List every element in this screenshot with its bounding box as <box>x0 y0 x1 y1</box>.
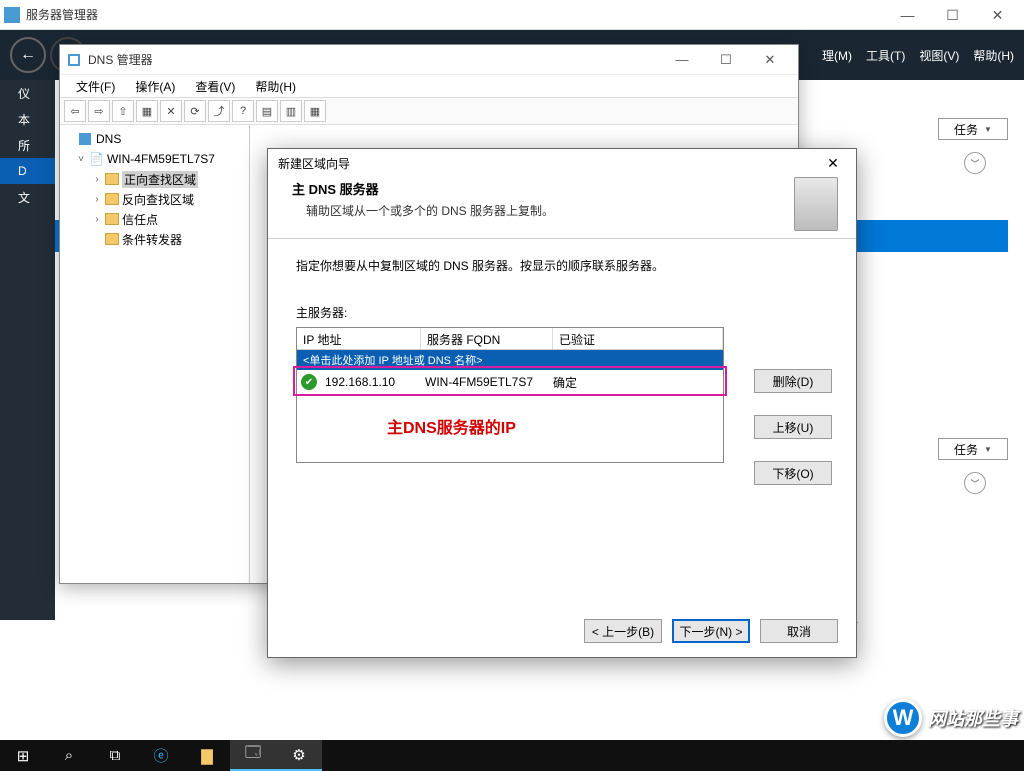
tree-server[interactable]: ˅📄WIN-4FM59ETL7S7 <box>64 149 245 169</box>
wizard-side-buttons: 删除(D) 上移(U) 下移(O) <box>754 369 832 485</box>
folder-icon <box>105 213 119 225</box>
dns-menubar: 文件(F) 操作(A) 查看(V) 帮助(H) <box>60 75 798 97</box>
server-illustration-icon <box>794 177 838 231</box>
toolbar-btn-1[interactable]: ▤ <box>256 100 278 122</box>
dns-icon <box>66 52 82 68</box>
wizard-titlebar: 新建区域向导 ✕ <box>268 149 856 177</box>
move-up-button[interactable]: 上移(U) <box>754 415 832 439</box>
menu-manage[interactable]: 理(M) <box>822 47 852 64</box>
back-button[interactable]: < 上一步(B) <box>584 619 662 643</box>
minimize-button[interactable]: — <box>885 1 930 29</box>
dns-manager-title: DNS 管理器 <box>88 51 660 68</box>
start-button[interactable]: ⊞ <box>0 740 46 771</box>
wizard-instruction: 指定你想要从中复制区域的 DNS 服务器。按显示的顺序联系服务器。 <box>296 257 828 274</box>
toolbar-back-icon[interactable]: ⇦ <box>64 100 86 122</box>
watermark-logo: W <box>884 699 922 737</box>
col-validated[interactable]: 已验证 <box>553 328 723 349</box>
taskbar-ie-icon[interactable]: ⓔ <box>138 740 184 771</box>
col-fqdn[interactable]: 服务器 FQDN <box>421 328 553 349</box>
menu-help[interactable]: 帮助(H) <box>973 47 1014 64</box>
dns-close-button[interactable]: ✕ <box>748 47 792 73</box>
col-ip[interactable]: IP 地址 <box>297 328 421 349</box>
wizard-heading: 主 DNS 服务器 <box>292 179 832 198</box>
maximize-button[interactable]: ☐ <box>930 1 975 29</box>
dns-tree[interactable]: DNS ˅📄WIN-4FM59ETL7S7 ›正向查找区域 ›反向查找区域 ›信… <box>60 125 250 583</box>
sidebar-item-local[interactable]: 本 <box>0 106 55 132</box>
annotation-highlight <box>293 366 727 396</box>
server-manager-sidebar: 仪 本 所 D 文 <box>0 80 55 620</box>
server-manager-title: 服务器管理器 <box>26 6 885 23</box>
server-manager-menus: 理(M) 工具(T) 视图(V) 帮助(H) <box>822 30 1014 80</box>
dns-toolbar: ⇦ ⇨ ⇧ ▦ ✕ ⟳ ⤴ ? ▤ ▥ ▦ <box>60 97 798 125</box>
tree-forward-zones[interactable]: ›正向查找区域 <box>64 169 245 189</box>
collapse-button-2[interactable]: ﹀ <box>964 472 986 494</box>
cancel-button[interactable]: 取消 <box>760 619 838 643</box>
wizard-header: 主 DNS 服务器 辅助区域从一个或多个的 DNS 服务器上复制。 <box>268 177 856 239</box>
sidebar-item-file[interactable]: 文 <box>0 184 55 210</box>
taskbar-explorer-icon[interactable]: ▇ <box>184 740 230 771</box>
dns-maximize-button[interactable]: ☐ <box>704 47 748 73</box>
wizard-footer: < 上一步(B) 下一步(N) > 取消 <box>584 619 838 643</box>
collapse-button-1[interactable]: ﹀ <box>964 152 986 174</box>
taskbar-server-manager-icon[interactable]: 🗔 <box>230 740 276 771</box>
tree-root[interactable]: DNS <box>64 129 245 149</box>
delete-button[interactable]: 删除(D) <box>754 369 832 393</box>
sidebar-item-all[interactable]: 所 <box>0 132 55 158</box>
server-manager-icon <box>4 7 20 23</box>
toolbar-help-icon[interactable]: ? <box>232 100 254 122</box>
menu-help[interactable]: 帮助(H) <box>247 76 304 97</box>
sidebar-item-dashboard[interactable]: 仪 <box>0 80 55 106</box>
toolbar-forward-icon[interactable]: ⇨ <box>88 100 110 122</box>
task-view-button[interactable]: ⧉ <box>92 740 138 771</box>
taskbar[interactable]: ⊞ ⌕ ⧉ ⓔ ▇ 🗔 ⚙ <box>0 740 1024 771</box>
masters-table[interactable]: IP 地址 服务器 FQDN 已验证 <单击此处添加 IP 地址或 DNS 名称… <box>296 327 724 463</box>
folder-icon <box>105 233 119 245</box>
tasks-dropdown-2[interactable]: 任务 <box>938 438 1008 460</box>
close-button[interactable]: ✕ <box>975 1 1020 29</box>
annotation-text: 主DNS服务器的IP <box>387 414 516 438</box>
menu-view[interactable]: 视图(V) <box>919 47 959 64</box>
tree-reverse-zones[interactable]: ›反向查找区域 <box>64 189 245 209</box>
toolbar-btn-2[interactable]: ▥ <box>280 100 302 122</box>
tree-trust-points[interactable]: ›信任点 <box>64 209 245 229</box>
wizard-title: 新建区域向导 <box>278 155 820 172</box>
wizard-subheading: 辅助区域从一个或多个的 DNS 服务器上复制。 <box>292 202 832 219</box>
watermark: W 网站那些事 <box>884 699 1018 737</box>
new-zone-wizard: 新建区域向导 ✕ 主 DNS 服务器 辅助区域从一个或多个的 DNS 服务器上复… <box>267 148 857 658</box>
wizard-close-button[interactable]: ✕ <box>820 155 846 172</box>
menu-view[interactable]: 查看(V) <box>187 76 243 97</box>
toolbar-export-icon[interactable]: ⤴ <box>208 100 230 122</box>
search-button[interactable]: ⌕ <box>46 740 92 771</box>
tree-conditional-forwarders[interactable]: 条件转发器 <box>64 229 245 249</box>
watermark-text: 网站那些事 <box>928 705 1018 731</box>
toolbar-refresh-icon[interactable]: ⟳ <box>184 100 206 122</box>
server-manager-titlebar: 服务器管理器 — ☐ ✕ <box>0 0 1024 30</box>
toolbar-delete-icon[interactable]: ✕ <box>160 100 182 122</box>
dns-minimize-button[interactable]: — <box>660 47 704 73</box>
menu-action[interactable]: 操作(A) <box>127 76 183 97</box>
taskbar-dns-icon[interactable]: ⚙ <box>276 740 322 771</box>
folder-icon <box>105 193 119 205</box>
toolbar-show-icon[interactable]: ▦ <box>136 100 158 122</box>
toolbar-up-icon[interactable]: ⇧ <box>112 100 134 122</box>
menu-file[interactable]: 文件(F) <box>68 76 123 97</box>
next-button[interactable]: 下一步(N) > <box>672 619 750 643</box>
toolbar-btn-3[interactable]: ▦ <box>304 100 326 122</box>
dns-manager-titlebar: DNS 管理器 — ☐ ✕ <box>60 45 798 75</box>
masters-table-header: IP 地址 服务器 FQDN 已验证 <box>297 328 723 350</box>
folder-icon <box>105 173 119 185</box>
move-down-button[interactable]: 下移(O) <box>754 461 832 485</box>
tasks-dropdown-1[interactable]: 任务 <box>938 118 1008 140</box>
nav-back-button[interactable]: ← <box>10 37 46 73</box>
menu-tools[interactable]: 工具(T) <box>866 47 905 64</box>
masters-label: 主服务器: <box>296 304 828 321</box>
sidebar-item-dns[interactable]: D <box>0 158 55 184</box>
